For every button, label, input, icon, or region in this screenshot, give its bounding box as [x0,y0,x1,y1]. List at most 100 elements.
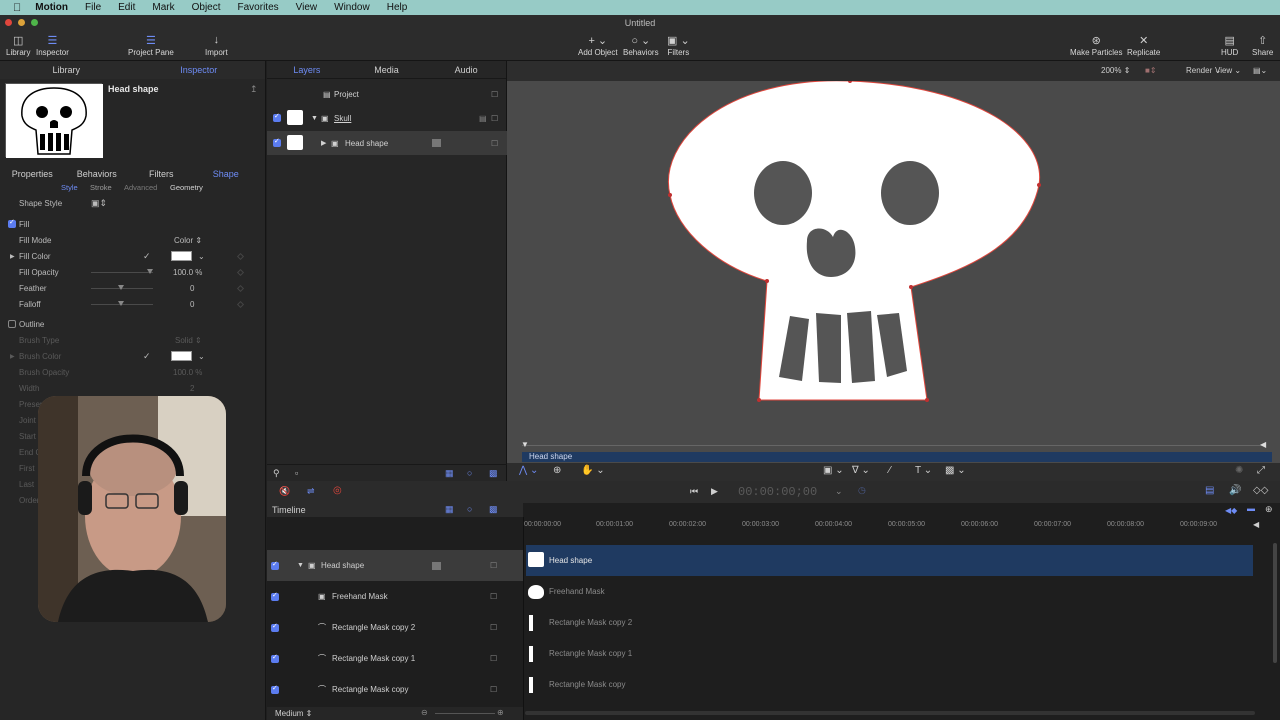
replicate-button[interactable]: ✕ Replicate [1127,32,1160,58]
project-pane-button[interactable]: ☰ Project Pane [128,32,174,58]
filters-button[interactable]: ▣ ⌄ Filters [667,32,690,58]
add-object-button[interactable]: + ⌄ Add Object [578,32,618,58]
right-eye-shape[interactable] [881,161,939,225]
close-window-button[interactable] [5,19,12,26]
layer-row-head-shape[interactable]: ▶ ▣ Head shape ☐ [267,131,507,155]
make-particles-button[interactable]: ⊛ Make Particles [1070,32,1122,58]
zoom-in-icon[interactable]: ⊕ [497,708,504,717]
eyedropper-icon[interactable]: ✓ [143,351,151,362]
left-eye-shape[interactable] [754,161,812,225]
pen-tool-icon[interactable]: ∇ ⌄ [852,465,870,476]
layer-visibility-checkbox[interactable] [271,653,279,663]
keyframe-icon[interactable] [236,300,245,308]
timecode-display[interactable]: 00:00:00;00 [738,485,817,499]
search-icon[interactable]: ⚲ [273,468,280,479]
chevron-down-icon[interactable]: ⌄ [198,352,205,361]
paint-stroke-icon[interactable]: ⁄ [889,465,891,476]
audio-mute-icon[interactable]: 🔇 [279,486,290,497]
timeline-bar[interactable]: Rectangle Mask copy [526,669,1253,700]
brush-opacity-value[interactable]: 100.0 % [173,368,202,377]
zoom-level-popup[interactable]: 200% ⇕ [1101,66,1130,75]
show-timeline-icon[interactable]: ▤ [1205,485,1214,496]
camera-tool-icon[interactable]: ⊕ [553,465,561,476]
control-point[interactable] [909,285,913,289]
timeline-row[interactable]: ⌒ Rectangle Mask copy 2 ☐ [267,612,523,643]
chevron-down-icon[interactable]: ⌄ [835,486,843,497]
feather-value[interactable]: 0 [190,284,194,293]
zoom-window-button[interactable] [31,19,38,26]
apple-menu-icon[interactable]:  [13,2,21,14]
minimize-window-button[interactable] [18,19,25,26]
fill-color-swatch[interactable] [171,251,192,261]
behaviors-filter-icon[interactable]: ○ [467,504,472,514]
disclosure-open-icon[interactable]: ▼ [297,562,304,569]
add-group-icon[interactable]: ▦ [445,504,454,515]
view-menu[interactable]: View ⌄ [1215,66,1241,75]
group-options-icon[interactable]: ▤ [479,114,487,123]
color-channels-icon[interactable]: ■⇕ [1145,66,1157,75]
subtab-stroke[interactable]: Stroke [90,183,112,192]
lock-icon[interactable]: ☐ [491,114,498,123]
lock-icon[interactable]: ☐ [490,654,497,663]
hand-tool-icon[interactable]: ✋ ⌄ [581,465,605,476]
lock-icon[interactable]: ☐ [490,623,497,632]
thumbnail-toggle-icon[interactable]: ▫ [295,468,298,478]
text-tool-icon[interactable]: T ⌄ [915,465,932,476]
zoom-out-icon[interactable]: ⊖ [421,708,428,717]
masks-filter-icon[interactable]: ▩ [489,468,498,479]
chevron-down-icon[interactable]: ⌄ [198,252,205,261]
lock-icon[interactable]: ☐ [490,685,497,694]
horizontal-scrollbar[interactable] [525,711,1255,715]
layer-visibility-checkbox[interactable] [273,112,281,122]
layer-row-skull[interactable]: ▼ ▣ Skull ▤ ☐ [267,106,507,130]
record-icon[interactable]: ◎ [333,485,342,496]
mini-timeline-selected-bar[interactable]: Head shape [522,452,1272,462]
layer-visibility-checkbox[interactable] [271,622,279,632]
timeline-bar[interactable]: Rectangle Mask copy 1 [526,638,1253,669]
timeline-row[interactable]: ▣ Freehand Mask ☐ [267,581,523,612]
shape-style-picker[interactable]: ▣⇕ [91,198,107,209]
tooth-shape[interactable] [816,313,841,383]
control-point[interactable] [1037,183,1041,187]
timeline-ruler[interactable]: 00:00:00:00 00:00:01:00 00:00:02:00 00:0… [524,521,1257,531]
menu-view[interactable]: View [296,2,318,13]
menu-window[interactable]: Window [334,2,370,13]
row-size-popup[interactable]: Medium ⇕ [275,709,312,718]
disclosure-open-icon[interactable]: ▼ [311,115,318,122]
tab-behaviors[interactable]: Behaviors [65,169,130,179]
subtab-style[interactable]: Style [61,183,78,192]
tab-shape[interactable]: Shape [194,169,259,179]
fill-checkbox[interactable] [8,218,16,228]
tab-audio[interactable]: Audio [426,65,506,75]
timeline-row-head-shape[interactable]: ▼ ▣ Head shape ☐ [267,550,523,581]
timeline-end-marker-icon[interactable]: ◀ [1253,520,1259,529]
timeline-bar-head-shape[interactable]: Head shape [526,545,1253,576]
keyframe-icon[interactable] [236,252,245,260]
snapping-icon[interactable]: ▬ [1247,504,1255,513]
menu-edit[interactable]: Edit [118,2,135,13]
behaviors-button[interactable]: ○ ⌄ Behaviors [623,32,659,58]
keyframe-icon[interactable] [236,268,245,276]
subtab-advanced[interactable]: Advanced [124,183,157,192]
control-point[interactable] [668,193,672,197]
keyframe-icon[interactable] [236,284,245,292]
disclosure-closed-icon[interactable]: ▶ [321,139,326,147]
eyedropper-icon[interactable]: ✓ [143,251,151,262]
layer-visibility-checkbox[interactable] [271,684,279,694]
inspector-button[interactable]: ☰ Inspector [36,32,69,58]
shape-tool-icon[interactable]: ▣ ⌄ [823,465,844,476]
disclosure-triangle-icon[interactable]: ▶ [10,253,15,260]
outline-checkbox[interactable] [8,320,16,328]
zoom-slider[interactable] [435,713,495,714]
keyframe-editor-icon[interactable]: ◇◇ [1253,485,1268,496]
canvas-viewer[interactable]: 200% ⇕ ■⇕ Render ⌄ View ⌄ ▤⌄ ▼ ◀ Head sh… [507,61,1280,481]
skull-artwork[interactable] [507,81,1280,441]
lock-icon[interactable]: ☐ [490,592,497,601]
view-layout-icon[interactable]: ▤⌄ [1253,66,1267,75]
lock-icon[interactable]: ☐ [490,561,497,570]
mask-tool-icon[interactable]: ▩ ⌄ [945,465,966,476]
menu-app[interactable]: Motion [35,2,68,13]
falloff-value[interactable]: 0 [190,300,194,309]
fullscreen-icon[interactable]: ⤢ [1257,465,1265,476]
subtab-geometry[interactable]: Geometry [170,183,203,192]
